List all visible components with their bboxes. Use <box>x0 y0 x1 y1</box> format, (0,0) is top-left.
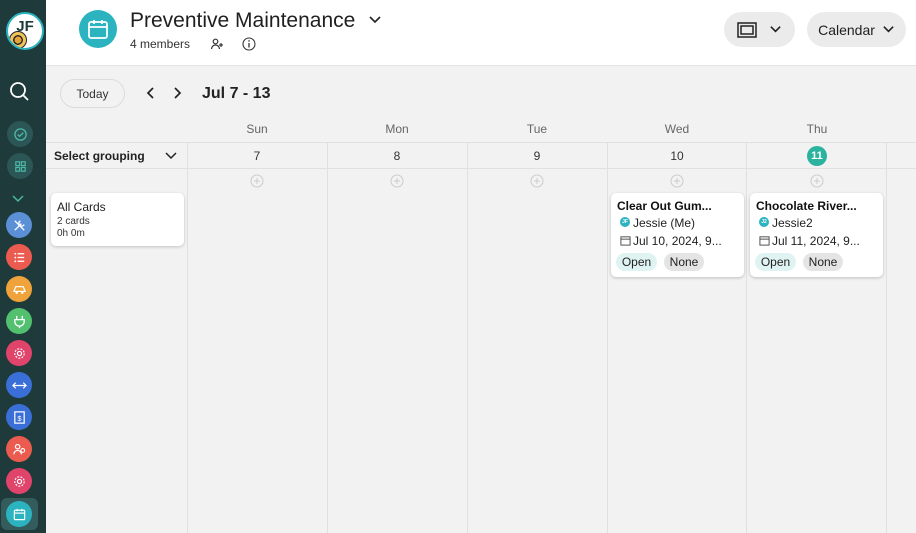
grouping-select[interactable]: Select grouping <box>54 149 145 163</box>
chevron-down-icon <box>883 26 894 33</box>
user-badge-icon <box>9 31 27 48</box>
task-card[interactable]: Clear Out Gum... JF Jessie (Me) Jul 10, … <box>611 193 744 277</box>
add-card-icon[interactable] <box>250 174 264 188</box>
board-header: Preventive Maintenance 4 members Calenda… <box>46 0 916 66</box>
arrows-icon <box>11 381 27 389</box>
day-number: 7 <box>253 149 261 163</box>
people-icon <box>12 443 25 454</box>
board-title[interactable]: Preventive Maintenance <box>130 9 355 33</box>
app-arrows-button[interactable] <box>6 372 32 398</box>
app-tools-button[interactable] <box>6 212 32 238</box>
add-card-icon[interactable] <box>390 174 404 188</box>
card-assignee: Jessie2 <box>772 216 813 230</box>
group-card-duration: 0h 0m <box>57 228 85 239</box>
members-count[interactable]: 4 members <box>130 37 190 51</box>
add-card-icon[interactable] <box>670 174 684 188</box>
day-name-mon: Mon <box>385 122 409 136</box>
column-divider <box>187 142 188 533</box>
car-icon <box>12 285 26 294</box>
calendar-icon <box>13 508 25 520</box>
card-date: Jul 11, 2024, 9... <box>772 234 860 248</box>
date-range: Jul 7 - 13 <box>202 85 271 102</box>
card-assignee: Jessie (Me) <box>633 216 696 230</box>
tasks-button[interactable] <box>7 121 33 147</box>
day-name-sun: Sun <box>246 122 268 136</box>
dollar-icon: $ <box>13 410 25 424</box>
chevron-right-icon[interactable] <box>170 86 184 100</box>
day-name-thu: Thu <box>806 122 828 136</box>
day-name-wed: Wed <box>664 122 690 136</box>
column-divider <box>327 142 328 533</box>
group-card-all[interactable]: All Cards 2 cards 0h 0m <box>51 193 184 246</box>
info-icon[interactable] <box>242 37 256 51</box>
view-selector-label: Calendar <box>818 21 875 38</box>
gear-icon <box>13 347 25 359</box>
tools-icon <box>13 219 25 231</box>
today-button[interactable]: Today <box>60 79 125 108</box>
card-title: Chocolate River... <box>756 199 857 213</box>
column-divider <box>746 142 747 533</box>
app-people-button[interactable] <box>6 436 32 462</box>
search-icon <box>10 82 29 101</box>
calendar-icon <box>759 236 770 246</box>
day-number: 8 <box>393 149 401 163</box>
group-card-title: All Cards <box>57 200 106 214</box>
app-calendar-button[interactable] <box>6 501 32 527</box>
day-name-tue: Tue <box>526 122 548 136</box>
app-car-button[interactable] <box>6 276 32 302</box>
apps-grid-button[interactable] <box>7 153 33 179</box>
calendar-icon <box>620 236 631 246</box>
add-card-icon[interactable] <box>530 174 544 188</box>
sidebar: JF $ <box>0 0 46 533</box>
priority-badge[interactable]: None <box>664 253 704 271</box>
board-icon <box>79 10 117 48</box>
status-badge[interactable]: Open <box>616 253 657 271</box>
status-badge[interactable]: Open <box>755 253 796 271</box>
app-billing-button[interactable]: $ <box>6 404 32 430</box>
chevron-left-icon[interactable] <box>144 86 158 100</box>
window-icon <box>737 21 757 38</box>
card-title: Clear Out Gum... <box>617 199 712 213</box>
add-member-icon[interactable] <box>210 37 224 51</box>
user-avatar[interactable]: JF <box>6 12 44 50</box>
svg-text:$: $ <box>17 413 22 422</box>
group-card-count: 2 cards <box>57 216 90 227</box>
app-list-button[interactable] <box>6 244 32 270</box>
chevron-down-icon[interactable] <box>368 13 382 27</box>
add-card-icon[interactable] <box>810 174 824 188</box>
plug-icon <box>13 315 25 328</box>
assignee-avatar: J2 <box>759 217 769 227</box>
grid-icon <box>14 160 26 172</box>
app-settings-button[interactable] <box>6 340 32 366</box>
today-day-number: 11 <box>807 146 827 166</box>
chevron-down-icon[interactable] <box>12 195 24 203</box>
layout-toggle-button[interactable] <box>724 12 795 47</box>
card-date: Jul 10, 2024, 9... <box>633 234 722 248</box>
gear-icon <box>13 475 25 487</box>
app: JF $ Preventive Maintenance 4 members Ca… <box>0 0 916 533</box>
day-number: 9 <box>533 149 541 163</box>
view-selector[interactable]: Calendar <box>807 12 906 47</box>
column-divider <box>607 142 608 533</box>
column-divider <box>886 142 887 533</box>
chevron-down-icon[interactable] <box>164 149 178 163</box>
assignee-avatar: JF <box>620 217 630 227</box>
task-card[interactable]: Chocolate River... J2 Jessie2 Jul 11, 20… <box>750 193 883 277</box>
chevron-down-icon <box>770 26 781 33</box>
search-button[interactable] <box>6 78 32 104</box>
priority-badge[interactable]: None <box>803 253 843 271</box>
day-number: 10 <box>670 149 684 163</box>
calendar-icon <box>88 20 108 39</box>
app-plug-button[interactable] <box>6 308 32 334</box>
column-divider <box>467 142 468 533</box>
check-circle-icon <box>13 127 27 141</box>
list-icon <box>13 252 24 262</box>
app-settings-2-button[interactable] <box>6 468 32 494</box>
